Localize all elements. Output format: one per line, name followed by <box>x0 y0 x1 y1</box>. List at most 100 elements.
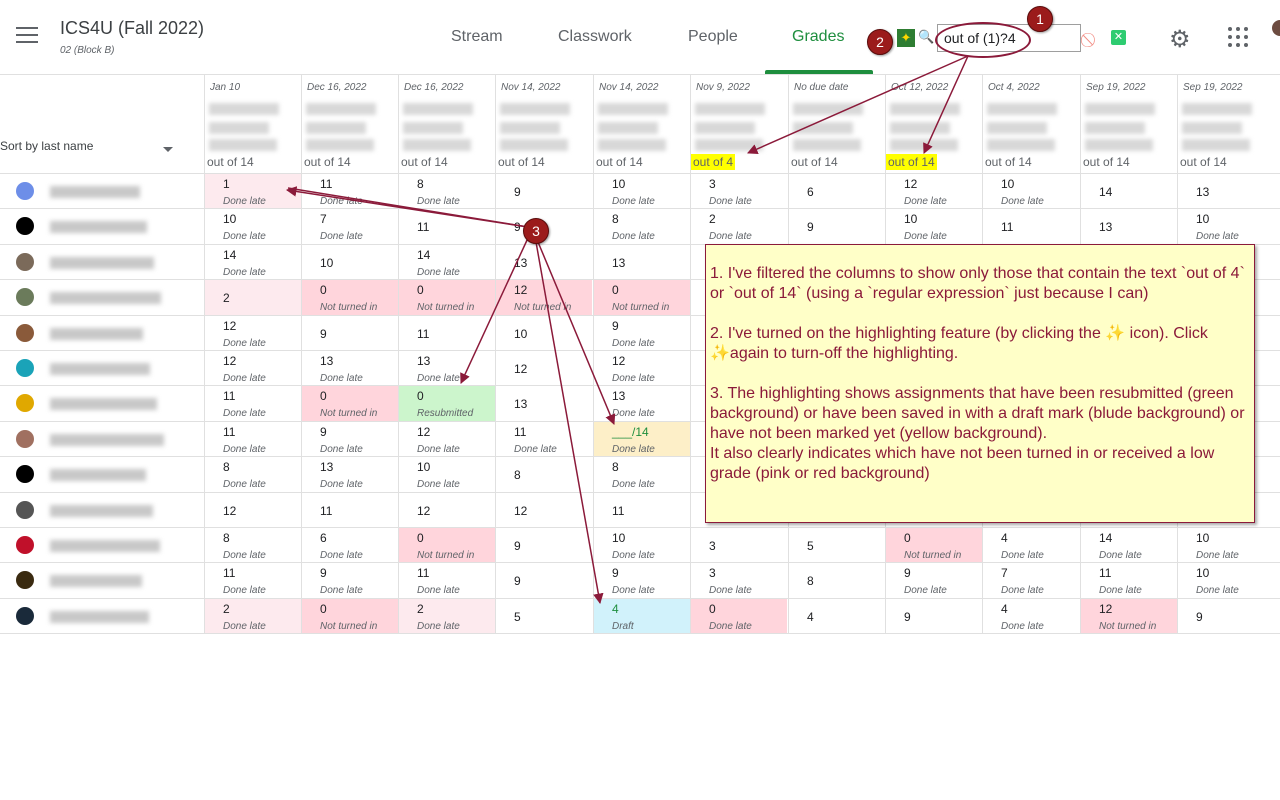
grade-cell[interactable]: 9 <box>885 598 982 635</box>
grade-cell[interactable]: 12 Done late <box>204 315 301 351</box>
student-name-blurred[interactable] <box>50 363 150 375</box>
grade-cell[interactable]: 9 Done late <box>885 563 982 599</box>
grade-cell[interactable]: 4 Done late <box>982 598 1079 635</box>
sort-by-select[interactable]: Sort by last name <box>0 139 93 153</box>
column-filter-input[interactable] <box>937 24 1081 52</box>
grade-cell[interactable]: 6 Done late <box>301 528 398 564</box>
grade-cell[interactable]: 11 Done late <box>301 174 398 210</box>
grade-cell[interactable]: 11 Done late <box>204 386 301 422</box>
grade-cell[interactable]: 4 Draft <box>593 598 690 635</box>
grade-cell[interactable]: 10 <box>301 244 398 281</box>
highlight-toggle-icon[interactable]: ✦ <box>897 29 915 47</box>
grade-cell[interactable]: 9 <box>301 315 398 351</box>
grade-cell[interactable]: ___/14 Done late <box>593 421 690 458</box>
grade-cell[interactable]: 12 <box>495 351 592 387</box>
grade-cell[interactable]: 7 Done late <box>982 563 1079 599</box>
grade-cell[interactable]: 0 Done late <box>690 598 787 635</box>
grade-cell[interactable]: 14 <box>1080 174 1177 210</box>
assignment-column-header[interactable]: Oct 4, 2022 out of 14 <box>982 75 1079 173</box>
grade-cell[interactable]: 10 <box>495 315 592 351</box>
tab-stream[interactable]: Stream <box>451 28 503 46</box>
student-avatar[interactable] <box>16 500 34 519</box>
settings-gear-icon[interactable]: ⚙ <box>1169 25 1191 54</box>
grade-cell[interactable]: 9 <box>495 528 592 564</box>
grade-cell[interactable]: 12 Not turned in <box>1080 598 1177 635</box>
grade-cell[interactable]: 11 <box>301 492 398 528</box>
student-name-blurred[interactable] <box>50 540 160 552</box>
grade-cell[interactable]: 13 Done late <box>398 351 495 387</box>
grade-cell[interactable]: 10 Done late <box>885 209 982 245</box>
grade-cell[interactable]: 9 <box>495 174 592 210</box>
grade-cell[interactable]: 11 Done late <box>1080 563 1177 599</box>
assignment-column-header[interactable]: Nov 9, 2022 out of 4 <box>690 75 787 173</box>
assignment-column-header[interactable]: No due date out of 14 <box>788 75 885 173</box>
grade-cell[interactable]: 6 <box>788 174 885 210</box>
grade-cell[interactable]: 2 Done late <box>690 209 787 245</box>
grade-cell[interactable]: 13 <box>495 244 592 281</box>
grade-cell[interactable]: 2 <box>204 280 301 316</box>
assignment-column-header[interactable]: Oct 12, 2022 out of 14 <box>885 75 982 173</box>
grade-cell[interactable]: 2 Done late <box>204 598 301 635</box>
grade-cell[interactable]: 8 Done late <box>593 457 690 493</box>
grade-cell[interactable]: 9 <box>495 563 592 599</box>
grade-cell[interactable]: 13 <box>1177 174 1274 210</box>
grade-cell[interactable]: 12 <box>398 492 495 528</box>
grade-cell[interactable]: 13 <box>1080 209 1177 245</box>
grade-cell[interactable]: 3 Done late <box>690 174 787 210</box>
grade-cell[interactable]: 11 <box>593 492 690 528</box>
grade-cell[interactable]: 9 Done late <box>301 421 398 458</box>
grade-cell[interactable]: 11 Done late <box>495 421 592 458</box>
grade-cell[interactable]: 14 Done late <box>398 244 495 281</box>
grade-cell[interactable]: 12 Not turned in <box>495 280 592 316</box>
grade-cell[interactable]: 0 Not turned in <box>593 280 690 316</box>
tab-classwork[interactable]: Classwork <box>558 28 632 46</box>
grade-cell[interactable]: 3 Done late <box>690 563 787 599</box>
student-name-blurred[interactable] <box>50 186 140 198</box>
student-name-blurred[interactable] <box>50 292 161 305</box>
grade-cell[interactable]: 10 Done late <box>204 209 301 245</box>
student-avatar[interactable] <box>16 429 34 448</box>
grade-cell[interactable]: 13 Done late <box>301 351 398 387</box>
main-menu-icon[interactable] <box>16 27 38 45</box>
grade-cell[interactable]: 8 <box>788 563 885 599</box>
chevron-down-icon[interactable] <box>163 147 173 152</box>
grade-cell[interactable]: 11 Done late <box>204 421 301 458</box>
student-name-blurred[interactable] <box>50 610 149 623</box>
student-avatar[interactable] <box>16 536 34 554</box>
close-filter-icon[interactable]: ✕ <box>1111 30 1126 45</box>
grade-cell[interactable]: 0 Not turned in <box>301 386 398 422</box>
student-name-blurred[interactable] <box>50 433 164 446</box>
grade-cell[interactable]: 13 <box>593 244 690 281</box>
assignment-column-header[interactable]: Sep 19, 2022 out of 14 <box>1080 75 1177 173</box>
grade-cell[interactable]: 9 <box>788 209 885 245</box>
student-avatar[interactable] <box>16 571 34 590</box>
student-avatar[interactable] <box>16 465 34 484</box>
student-name-blurred[interactable] <box>50 504 153 517</box>
grade-cell[interactable]: 10 Done late <box>593 174 690 210</box>
grade-cell[interactable]: 12 Done late <box>398 421 495 458</box>
grade-cell[interactable]: 9 Done late <box>301 563 398 599</box>
grade-cell[interactable]: 5 <box>788 528 885 564</box>
grade-cell[interactable]: 4 Done late <box>982 528 1079 564</box>
grade-cell[interactable]: 1 Done late <box>204 174 301 210</box>
assignment-column-header[interactable]: Dec 16, 2022 out of 14 <box>301 75 398 173</box>
grade-cell[interactable]: 8 <box>495 457 592 493</box>
student-avatar[interactable] <box>16 323 34 342</box>
student-avatar[interactable] <box>16 252 34 271</box>
student-avatar[interactable] <box>16 394 34 413</box>
student-avatar[interactable] <box>16 606 34 625</box>
grade-cell[interactable]: 10 Done late <box>1177 528 1274 564</box>
grade-cell[interactable]: 12 Done late <box>885 174 982 210</box>
student-avatar[interactable] <box>16 217 34 236</box>
assignment-column-header[interactable]: Nov 14, 2022 out of 14 <box>593 75 690 173</box>
grade-cell[interactable]: 8 Done late <box>204 528 301 564</box>
student-name-blurred[interactable] <box>50 398 157 411</box>
student-name-blurred[interactable] <box>50 327 143 340</box>
account-avatar[interactable] <box>1272 20 1280 36</box>
student-avatar[interactable] <box>16 359 34 377</box>
grade-cell[interactable]: 13 Done late <box>593 386 690 422</box>
grade-cell[interactable]: 10 Done late <box>982 174 1079 210</box>
tab-people[interactable]: People <box>688 28 738 46</box>
grade-cell[interactable]: 8 Done late <box>204 457 301 493</box>
assignment-column-header[interactable]: Jan 10 out of 14 <box>204 75 301 173</box>
